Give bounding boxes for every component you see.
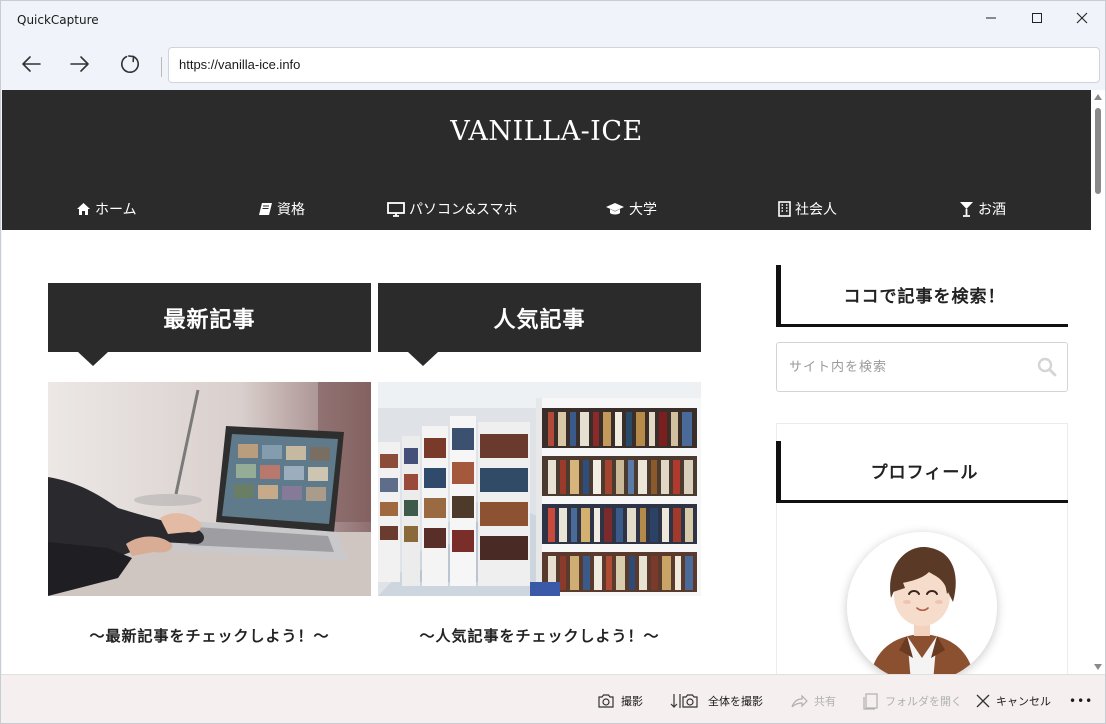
vertical-scrollbar[interactable] [1091,90,1105,674]
search-icon[interactable] [1037,357,1057,381]
scrollbar-thumb[interactable] [1095,108,1101,194]
nav-label-alcohol: お酒 [978,202,1006,218]
minimize-button[interactable] [968,1,1014,35]
maximize-button[interactable] [1014,1,1060,35]
nav-label-qualification: 資格 [277,202,305,218]
avatar[interactable] [847,532,997,674]
open-folder-icon [863,693,878,710]
nav-item-alcohol[interactable]: お酒 [959,198,1006,220]
capture-command-bar: 撮影 全体を撮影 共有 フォルダを開く キャンセル ••• [1,674,1105,723]
book-icon [259,203,272,215]
caption-latest: 〜最新記事をチェックしよう！〜 [89,627,330,645]
title-bar: QuickCapture [1,1,1105,39]
back-button[interactable] [14,47,48,81]
tab-pointer-latest [78,352,108,366]
more-options-icon: ••• [1069,694,1094,708]
cocktail-glass-icon [960,202,973,217]
app-title: QuickCapture [17,13,99,27]
browser-toolbar: https://vanilla-ice.info [1,39,1105,89]
arrow-left-icon [22,56,41,72]
laptop-photo [48,382,371,596]
site-title[interactable]: VANILLA-ICE [2,116,1091,147]
nav-label-university: 大学 [629,202,657,218]
open-folder-label: フォルダを開く [885,695,962,708]
cancel-button[interactable]: キャンセル [976,691,1051,711]
more-options-button[interactable]: ••• [1069,691,1093,711]
app-window: QuickCapture https://vanilla-ice.info VA… [0,0,1106,724]
nav-label-home: ホーム [95,202,137,218]
site-header: VANILLA-ICE ホーム 資格 パソコン&スマホ 大学 社会人 お酒 [2,90,1091,230]
arrow-right-icon [70,56,89,72]
library-photo [378,382,701,596]
nav-label-working-adult: 社会人 [795,202,837,218]
share-label: 共有 [814,695,836,708]
profile-widget-title-text: プロフィール [870,463,979,483]
minimize-icon [986,17,996,19]
tab-pointer-popular [408,352,438,366]
tab-latest-articles[interactable]: 最新記事 [48,283,371,352]
cancel-label: キャンセル [996,695,1051,708]
tab-popular-articles[interactable]: 人気記事 [378,283,701,352]
nav-item-working-adult[interactable]: 社会人 [778,198,837,220]
nav-item-university[interactable]: 大学 [605,198,657,220]
capture-label: 撮影 [621,695,643,708]
nav-label-pc-smartphone: パソコン&スマホ [409,202,518,218]
search-widget-title: ココで記事を検索！ [776,265,1068,327]
share-button[interactable]: 共有 [790,691,836,711]
search-input[interactable] [789,357,1029,377]
close-icon [976,694,990,708]
tab-label-latest: 最新記事 [163,307,256,333]
close-icon [1076,12,1088,24]
address-bar[interactable]: https://vanilla-ice.info [168,47,1100,83]
latest-articles-image[interactable] [48,382,371,596]
scroll-down-arrow-icon[interactable] [1094,664,1102,670]
building-icon [778,201,791,217]
caption-popular: 〜人気記事をチェックしよう！〜 [419,627,660,645]
nav-item-qualification[interactable]: 資格 [258,198,305,220]
scroll-up-arrow-icon[interactable] [1094,94,1102,100]
refresh-button[interactable] [113,47,147,81]
popular-articles-image[interactable] [378,382,701,596]
full-capture-label: 全体を撮影 [708,695,763,708]
web-viewport: VANILLA-ICE ホーム 資格 パソコン&スマホ 大学 社会人 お酒 最新… [2,90,1091,674]
address-url: https://vanilla-ice.info [179,57,301,72]
nav-item-pc-smartphone[interactable]: パソコン&スマホ [387,198,518,220]
maximize-icon [1032,13,1042,23]
refresh-icon [121,55,139,73]
forward-button[interactable] [63,47,97,81]
site-search-box[interactable] [776,342,1068,392]
camera-icon [598,694,614,708]
close-button[interactable] [1059,1,1105,35]
monitor-icon [387,201,405,217]
capture-button[interactable]: 撮影 [597,691,643,711]
avatar-illustration [847,532,997,674]
open-folder-button[interactable]: フォルダを開く [863,691,962,711]
graduation-cap-icon [606,203,624,215]
tab-label-popular: 人気記事 [493,307,586,333]
toolbar-separator [161,57,162,77]
full-page-camera-icon [670,694,698,708]
home-icon [77,203,90,215]
nav-item-home[interactable]: ホーム [76,198,137,220]
profile-widget-title: プロフィール [776,441,1068,503]
search-widget-title-text: ココで記事を検索！ [843,287,1006,307]
share-icon [791,694,808,708]
full-capture-button[interactable]: 全体を撮影 [670,691,763,711]
